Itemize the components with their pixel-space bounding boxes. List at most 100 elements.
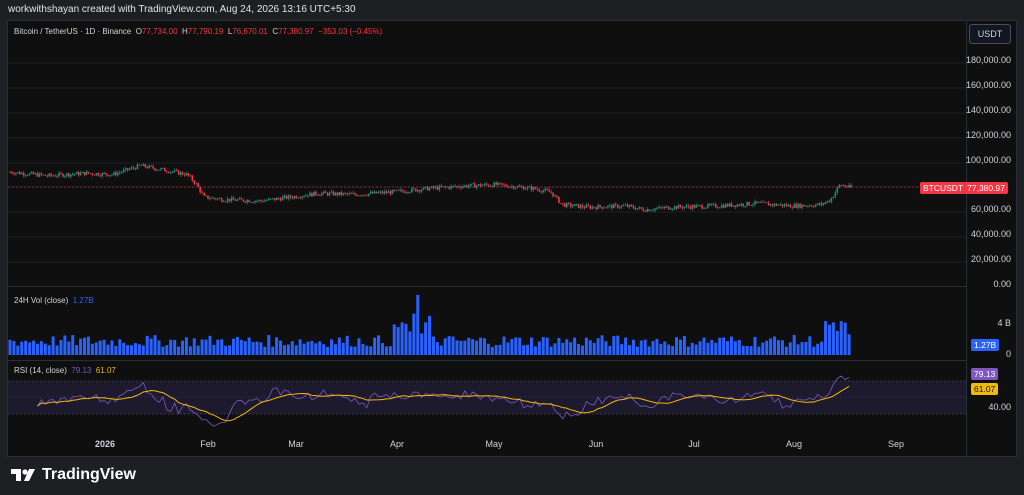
pane-separator[interactable] xyxy=(8,360,966,361)
currency-button[interactable]: USDT xyxy=(969,24,1011,44)
candle-body xyxy=(554,195,556,197)
price-label: 0.00 xyxy=(993,279,1011,289)
volume-bar xyxy=(39,341,43,355)
candle-body xyxy=(113,172,115,175)
volume-bar xyxy=(310,340,314,355)
volume-bar xyxy=(365,345,369,355)
candle-body xyxy=(356,194,358,197)
candle-body xyxy=(440,185,443,187)
volume-bar xyxy=(82,337,86,355)
candle-body xyxy=(173,170,176,172)
chart-panel[interactable]: Bitcoin / TetherUS · 1D · Binance O77,73… xyxy=(7,20,1017,457)
candle-body xyxy=(54,175,56,177)
candle-body xyxy=(295,196,298,199)
candle-body xyxy=(642,208,645,211)
tradingview-logo[interactable]: TradingView xyxy=(10,464,136,486)
candle-body xyxy=(736,204,739,207)
volume-bar xyxy=(584,337,588,355)
candle-body xyxy=(532,187,535,190)
volume-bar xyxy=(518,337,522,355)
candle-body xyxy=(250,202,252,203)
candle-body xyxy=(389,191,392,194)
volume-bar xyxy=(20,341,24,355)
volume-bar xyxy=(314,343,318,355)
candle-body xyxy=(450,185,452,189)
price-chart[interactable] xyxy=(8,21,966,434)
volume-bar xyxy=(800,342,804,355)
pane-separator[interactable] xyxy=(8,286,966,287)
volume-bar xyxy=(192,338,196,355)
volume-bar xyxy=(412,313,416,355)
volume-legend-value: 1.27B xyxy=(72,296,94,305)
volume-bar xyxy=(435,342,439,355)
volume-bar xyxy=(827,324,831,355)
volume-bar xyxy=(510,339,514,355)
volume-bar xyxy=(792,335,796,355)
volume-bar xyxy=(341,342,345,355)
candle-body xyxy=(230,197,233,202)
candle-body xyxy=(344,193,347,194)
candle-body xyxy=(60,172,62,174)
volume-bar xyxy=(181,340,185,355)
candle-body xyxy=(385,191,388,193)
volume-bar xyxy=(647,346,651,355)
candle-body xyxy=(495,182,497,185)
candle-body xyxy=(505,184,507,187)
volume-bar xyxy=(616,335,620,355)
candle-body xyxy=(267,198,270,201)
volume-bar xyxy=(659,343,663,355)
candle-body xyxy=(469,183,472,186)
candle-body xyxy=(742,203,745,206)
volume-bar xyxy=(471,339,475,355)
low-value: 76,670.01 xyxy=(232,27,268,36)
candle-body xyxy=(285,195,288,199)
candle-body xyxy=(428,187,431,191)
candle-body xyxy=(693,205,696,208)
volume-bar xyxy=(816,343,820,355)
candle-body xyxy=(746,201,748,206)
candle-body xyxy=(638,207,641,209)
time-axis[interactable]: 2026 Feb Mar Apr May Jun Jul Aug Sep xyxy=(8,434,966,456)
volume-axis-label: 0 xyxy=(1005,349,1011,359)
candle-body xyxy=(485,183,488,185)
candle-body xyxy=(448,186,450,189)
volume-bar xyxy=(420,333,424,355)
symbol-title: Bitcoin / TetherUS · 1D · Binance xyxy=(14,27,132,36)
volume-bar xyxy=(428,315,432,355)
volume-bar xyxy=(675,337,679,355)
candle-body xyxy=(501,183,503,185)
candle-body xyxy=(460,187,462,189)
price-label: 120,000.00 xyxy=(965,130,1011,140)
candle-body xyxy=(191,175,194,181)
candle-body xyxy=(454,185,456,187)
candle-body xyxy=(652,210,654,212)
volume-bar xyxy=(75,345,79,355)
candle-body xyxy=(703,208,705,210)
candle-body xyxy=(377,192,380,194)
volume-bar xyxy=(580,345,584,355)
chart-area[interactable]: Bitcoin / TetherUS · 1D · Binance O77,73… xyxy=(8,21,966,456)
candle-body xyxy=(326,192,329,196)
candle-body xyxy=(299,197,301,199)
candle-body xyxy=(844,185,846,187)
candle-body xyxy=(122,169,125,173)
candle-body xyxy=(17,172,19,173)
candle-body xyxy=(646,209,648,212)
volume-bar xyxy=(714,342,718,355)
volume-bar xyxy=(788,342,792,355)
open-value: 77,734.00 xyxy=(141,27,178,36)
candle-body xyxy=(418,189,421,192)
candle-body xyxy=(148,165,150,169)
candle-body xyxy=(118,172,121,174)
volume-bar xyxy=(196,345,200,355)
candle-body xyxy=(716,207,719,209)
candle-body xyxy=(301,196,303,198)
volume-bar xyxy=(694,344,698,355)
candle-body xyxy=(650,210,652,212)
candle-body xyxy=(269,198,272,200)
candle-body xyxy=(620,205,623,208)
candle-body xyxy=(763,201,766,203)
volume-bar xyxy=(651,341,655,355)
candle-body xyxy=(383,191,386,194)
volume-bar xyxy=(475,340,479,355)
